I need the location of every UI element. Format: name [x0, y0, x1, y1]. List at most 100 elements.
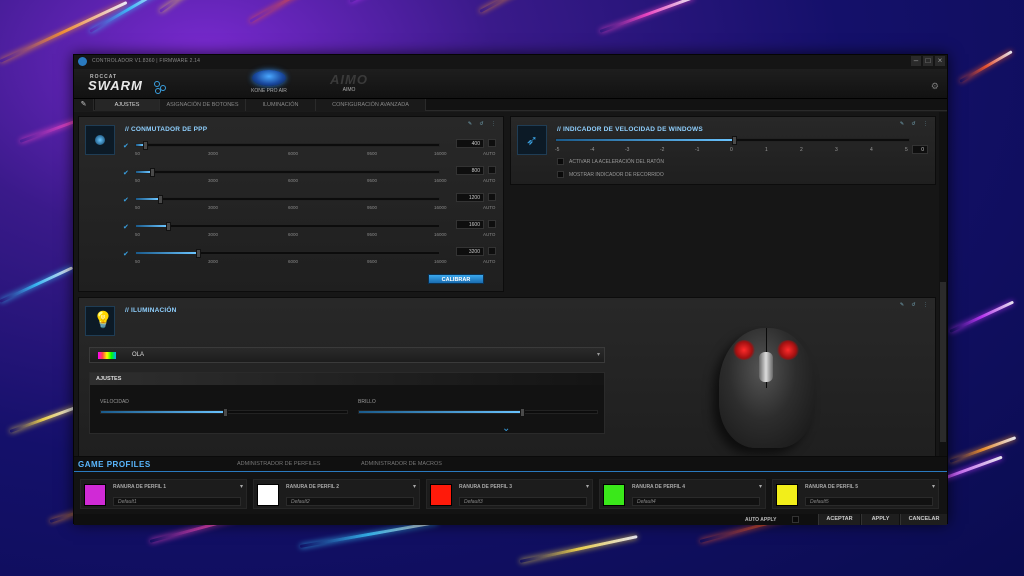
dpi-value[interactable]: 400 — [456, 139, 484, 148]
pointer-speed-value[interactable]: 0 — [912, 145, 928, 154]
chevron-down-icon[interactable]: ▾ — [586, 483, 589, 490]
swarm-logo-icon — [154, 81, 170, 94]
dpi-slider[interactable] — [135, 141, 440, 150]
tab-profile-manager[interactable]: ADMINISTRADOR DE PERFILES — [237, 461, 320, 467]
chevron-down-icon[interactable]: ⌄ — [502, 423, 510, 434]
profile-slot-3[interactable]: RANURA DE PERFIL 3 ▾ Default3 — [426, 479, 593, 509]
profile-name-field[interactable]: Default1 — [113, 497, 241, 506]
acceleration-checkbox[interactable] — [557, 158, 564, 165]
dpi-slider[interactable] — [135, 195, 440, 204]
profile-name-field[interactable]: Default4 — [632, 497, 760, 506]
panel-controls[interactable]: ✎ ↺ ⋮ — [900, 302, 931, 308]
slider-knob[interactable] — [731, 136, 737, 145]
auto-checkbox[interactable] — [488, 193, 496, 201]
scale-label: 2 — [800, 147, 803, 153]
dpi-enable-checkbox[interactable]: ✔ — [123, 250, 129, 258]
dpi-value[interactable]: 800 — [456, 166, 484, 175]
maximize-button[interactable]: □ — [923, 56, 933, 66]
dpi-slider[interactable] — [135, 168, 440, 177]
slider-knob[interactable] — [520, 408, 526, 417]
device-aimo[interactable]: AIMO AIMO — [324, 72, 374, 93]
light-streak — [0, 266, 74, 303]
auto-checkbox[interactable] — [488, 166, 496, 174]
auto-checkbox[interactable] — [488, 247, 496, 255]
dpi-slider[interactable] — [135, 222, 440, 231]
trail-checkbox[interactable] — [557, 171, 564, 178]
pin-icon[interactable]: ✎ — [74, 99, 94, 111]
profile-name-field[interactable]: Default3 — [459, 497, 587, 506]
dpi-row: ✔ 50 3000 6000 9500 16000 1200 AUTO — [123, 193, 503, 213]
chevron-down-icon[interactable]: ▾ — [932, 483, 935, 490]
tab-ajustes[interactable]: AJUSTES — [95, 99, 160, 111]
tab-iluminacion[interactable]: ILUMINACIÓN — [246, 99, 316, 111]
profile-color-swatch[interactable] — [430, 484, 452, 506]
dpi-value[interactable]: 1600 — [456, 220, 484, 229]
brightness-label: BRILLO — [358, 399, 376, 405]
dpi-value[interactable]: 3200 — [456, 247, 484, 256]
panel-controls[interactable]: ✎ ↺ ⋮ — [900, 121, 931, 127]
pointer-speed-slider[interactable] — [555, 136, 910, 145]
gear-icon[interactable]: ⚙ — [931, 81, 939, 92]
cancel-button[interactable]: CANCELAR — [900, 514, 947, 525]
slider-knob[interactable] — [196, 249, 201, 258]
scrollbar-thumb[interactable] — [940, 282, 946, 442]
tick-label: 9500 — [367, 232, 378, 237]
game-profiles-title[interactable]: GAME PROFILES — [78, 460, 151, 469]
dpi-enable-checkbox[interactable]: ✔ — [123, 196, 129, 204]
panel-controls[interactable]: ✎ ↺ ⋮ — [468, 121, 499, 127]
dpi-enable-checkbox[interactable]: ✔ — [123, 142, 129, 150]
profile-color-swatch[interactable] — [257, 484, 279, 506]
dpi-value[interactable]: 1200 — [456, 193, 484, 202]
tab-configuracion-avanzada[interactable]: CONFIGURACIÓN AVANZADA — [316, 99, 426, 111]
chevron-down-icon[interactable]: ▾ — [240, 483, 243, 490]
slider-knob[interactable] — [150, 168, 155, 177]
brightness-slider[interactable] — [358, 408, 598, 417]
dpi-enable-checkbox[interactable]: ✔ — [123, 223, 129, 231]
accept-button[interactable]: ACEPTAR — [818, 514, 860, 525]
slider-knob[interactable] — [158, 195, 163, 204]
chevron-down-icon[interactable]: ▾ — [759, 483, 762, 490]
minimize-button[interactable]: – — [911, 56, 921, 66]
profile-slot-label: RANURA DE PERFIL 1 — [113, 484, 167, 490]
tick-label: 6000 — [288, 232, 299, 237]
profile-color-swatch[interactable] — [603, 484, 625, 506]
title-bar[interactable]: CONTROLADOR V1.8360 | FIRMWARE 2.14 – □ … — [74, 55, 947, 69]
profile-slot-4[interactable]: RANURA DE PERFIL 4 ▾ Default4 — [599, 479, 766, 509]
profile-color-swatch[interactable] — [84, 484, 106, 506]
effect-value: OLA — [132, 352, 145, 358]
scale-label: -3 — [625, 147, 630, 153]
profile-color-swatch[interactable] — [776, 484, 798, 506]
tab-asignacion-botones[interactable]: ASIGNACIÓN DE BOTONES — [160, 99, 246, 111]
dpi-slider[interactable] — [135, 249, 440, 258]
profile-slot-1[interactable]: RANURA DE PERFIL 1 ▾ Default1 — [80, 479, 247, 509]
tick-label: 3000 — [208, 259, 219, 264]
profile-name-field[interactable]: Default5 — [805, 497, 933, 506]
profile-slot-2[interactable]: RANURA DE PERFIL 2 ▾ Default2 — [253, 479, 420, 509]
device-kone-pro-air[interactable]: KONE PRO AIR — [244, 70, 294, 94]
auto-checkbox[interactable] — [488, 220, 496, 228]
calibrate-button[interactable]: CALIBRAR — [428, 274, 484, 284]
dpi-enable-checkbox[interactable]: ✔ — [123, 169, 129, 177]
brand-swarm: SWARM — [88, 78, 143, 93]
speed-slider[interactable] — [100, 408, 348, 417]
app-header: ROCCAT SWARM KONE PRO AIR AIMO AIMO ⚙ — [74, 69, 947, 99]
auto-checkbox[interactable] — [488, 139, 496, 147]
chevron-down-icon: ▾ — [596, 352, 600, 358]
auto-apply-checkbox[interactable] — [792, 516, 799, 523]
scale-label: 4 — [870, 147, 873, 153]
profile-slot-5[interactable]: RANURA DE PERFIL 5 ▾ Default5 — [772, 479, 939, 509]
chevron-down-icon[interactable]: ▾ — [413, 483, 416, 490]
dpi-row: ✔ 50 3000 6000 9500 16000 400 AUTO — [123, 139, 503, 159]
close-button[interactable]: × — [935, 56, 945, 66]
slider-knob[interactable] — [223, 408, 228, 417]
scale-label: -5 — [555, 147, 560, 153]
lighting-effect-dropdown[interactable]: OLA ▾ — [89, 347, 605, 363]
slider-knob[interactable] — [166, 222, 171, 231]
acceleration-label: ACTIVAR LA ACELERACIÓN DEL RATÓN — [569, 159, 664, 165]
light-streak — [249, 0, 390, 23]
profile-name-field[interactable]: Default2 — [286, 497, 414, 506]
tab-macro-manager[interactable]: ADMINISTRADOR DE MACROS — [361, 461, 442, 467]
content-scrollbar[interactable] — [939, 112, 947, 456]
slider-knob[interactable] — [143, 141, 148, 150]
apply-button[interactable]: APPLY — [861, 514, 899, 525]
